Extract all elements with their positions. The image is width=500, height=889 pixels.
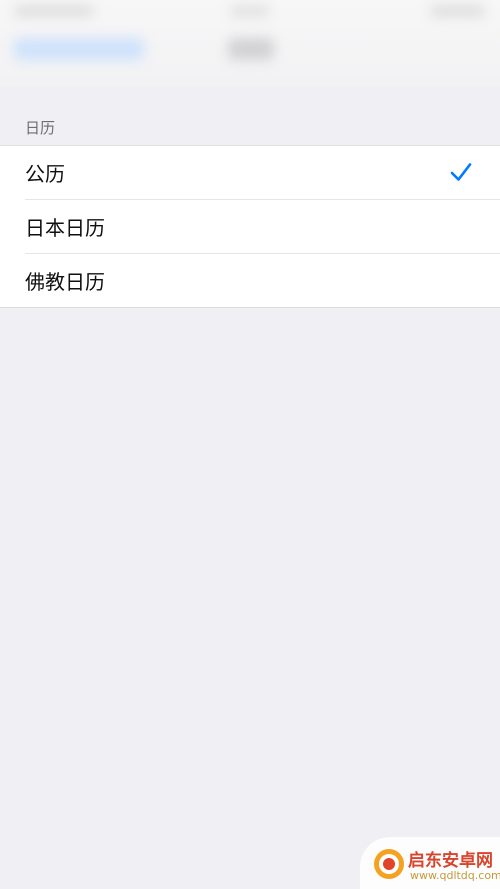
calendar-option-label: 公历 [25,162,65,186]
blurred-status-center [230,6,270,16]
checkmark-icon [450,163,472,181]
calendar-option-label: 日本日历 [25,216,105,240]
watermark-url: www.qdltdq.com [410,869,500,882]
watermark-title: 启东安卓网 [408,851,493,871]
blurred-nav-bar [0,0,500,86]
blurred-back-button [14,38,144,60]
calendar-option-buddhist[interactable]: 佛教日历 [25,253,500,307]
calendar-option-japanese[interactable]: 日本日历 [25,199,500,253]
calendar-option-gregorian[interactable]: 公历 [0,146,500,199]
blurred-status-left [14,6,94,16]
blurred-nav-title [228,38,274,60]
section-header-calendar: 日历 [25,119,56,137]
calendar-options-list: 公历 日本日历 佛教日历 [0,145,500,308]
watermark-logo-icon [374,849,404,879]
calendar-option-label: 佛教日历 [25,270,105,294]
blurred-status-right [430,6,485,16]
watermark: 启东安卓网 www.qdltdq.com [360,837,500,889]
